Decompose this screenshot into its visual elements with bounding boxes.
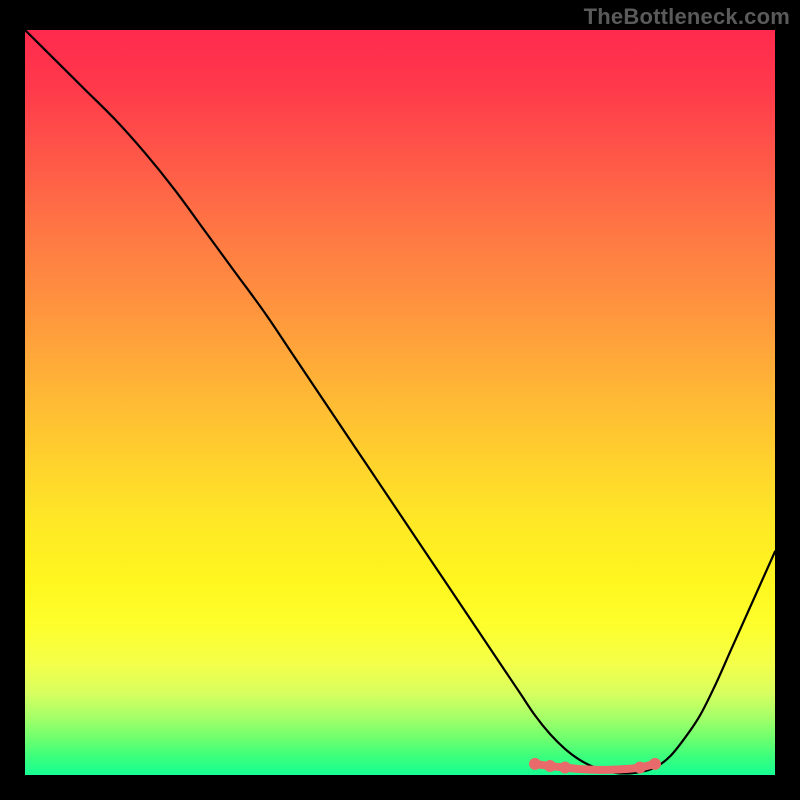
optimal-range-dot bbox=[529, 758, 541, 770]
chart-frame: TheBottleneck.com bbox=[0, 0, 800, 800]
optimal-range-dot bbox=[649, 758, 661, 770]
optimal-range-dot bbox=[544, 760, 556, 772]
watermark-label: TheBottleneck.com bbox=[584, 4, 790, 30]
plot-area bbox=[25, 30, 775, 775]
bottleneck-curve bbox=[25, 30, 775, 774]
curve-layer bbox=[25, 30, 775, 775]
optimal-range-dot bbox=[634, 762, 646, 774]
optimal-range-dot bbox=[559, 762, 571, 774]
